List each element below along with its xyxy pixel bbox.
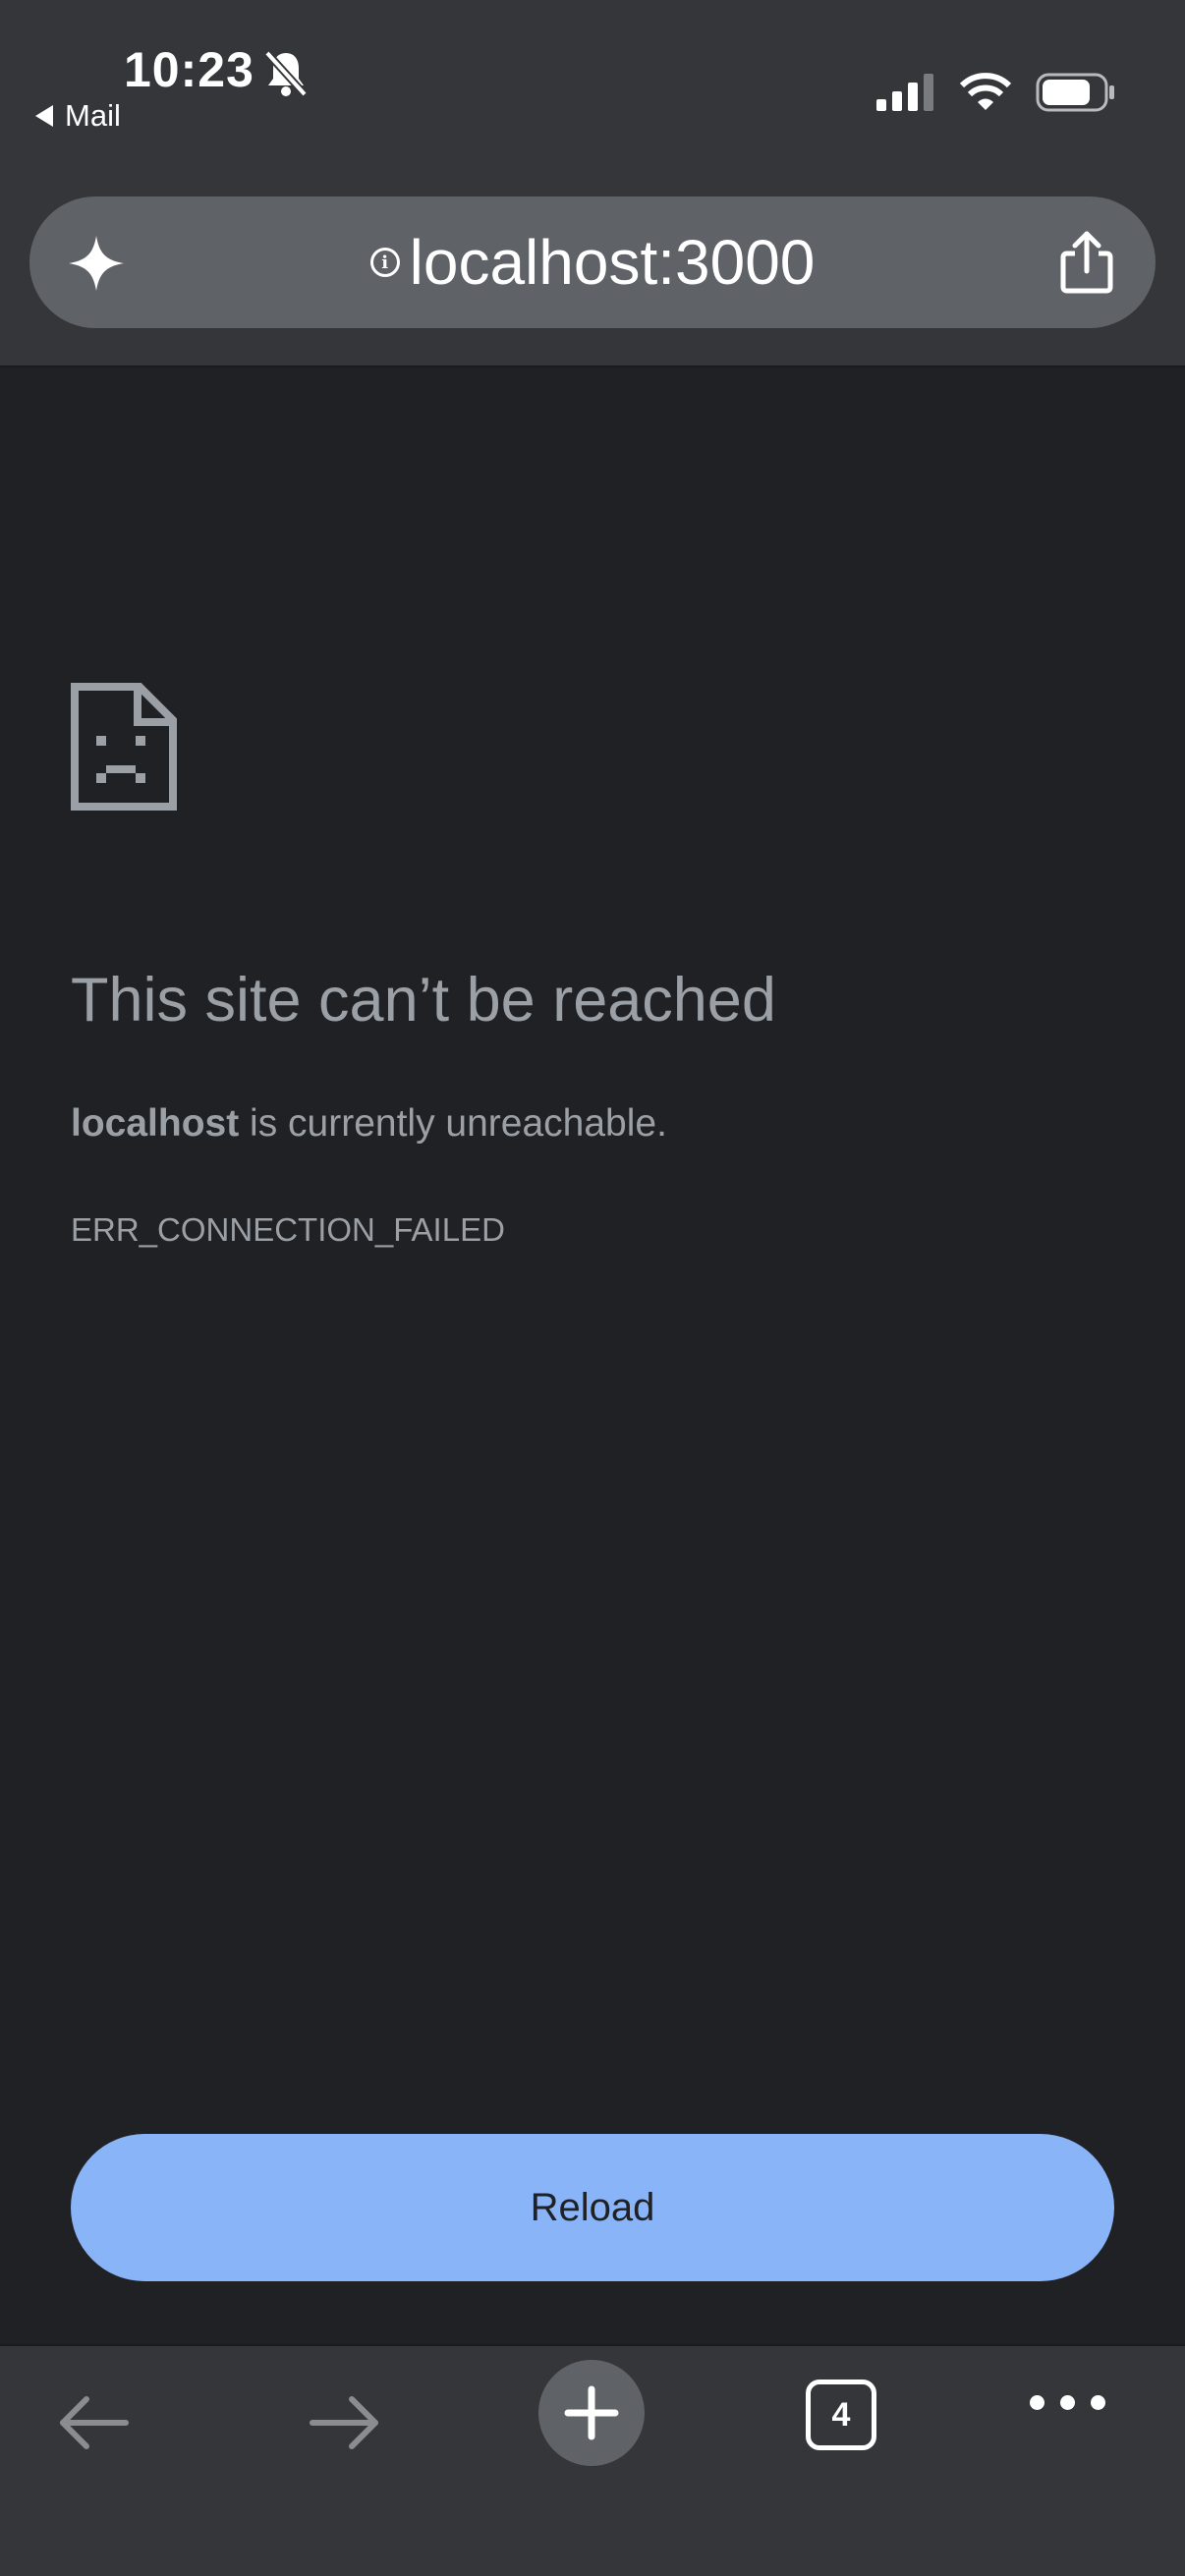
back-triangle-icon [35, 105, 53, 127]
error-title: This site can’t be reached [71, 966, 776, 1035]
battery-icon [1036, 73, 1114, 112]
url-display[interactable]: i localhost:3000 [29, 196, 1156, 328]
share-icon[interactable] [1057, 230, 1116, 295]
status-icons [876, 73, 1116, 112]
address-bar[interactable]: i localhost:3000 [29, 196, 1156, 328]
error-code: ERR_CONNECTION_FAILED [71, 1211, 505, 1248]
forward-arrow-icon[interactable] [307, 2385, 381, 2460]
wifi-icon [959, 73, 1012, 110]
plus-icon [564, 2385, 619, 2440]
back-app-label: Mail [65, 98, 121, 133]
more-dot [1091, 2395, 1105, 2410]
tab-switcher-icon[interactable]: 4 [806, 2380, 876, 2450]
bottom-toolbar: 4 [0, 2344, 1185, 2576]
tab-count: 4 [831, 2395, 851, 2434]
back-to-mail-link[interactable]: Mail [35, 98, 121, 134]
status-time: 10:23 [124, 42, 254, 97]
more-dot [1060, 2395, 1075, 2410]
sad-document-icon [71, 683, 177, 811]
bell-slash-icon [264, 50, 308, 97]
info-icon[interactable]: i [369, 248, 400, 277]
back-arrow-icon[interactable] [57, 2385, 132, 2460]
more-dot [1030, 2395, 1044, 2410]
cellular-signal-icon [876, 74, 933, 111]
more-icon[interactable] [1030, 2395, 1105, 2410]
error-message: is currently unreachable. [239, 1102, 667, 1145]
url-text[interactable]: localhost:3000 [410, 226, 816, 299]
error-description: localhost is currently unreachable. [71, 1102, 667, 1146]
error-host: localhost [71, 1102, 240, 1145]
browser-top-bar: 10:23 Mail i localhost:3000 [0, 0, 1185, 367]
new-tab-button[interactable] [538, 2360, 645, 2466]
reload-button[interactable]: Reload [71, 2134, 1114, 2281]
